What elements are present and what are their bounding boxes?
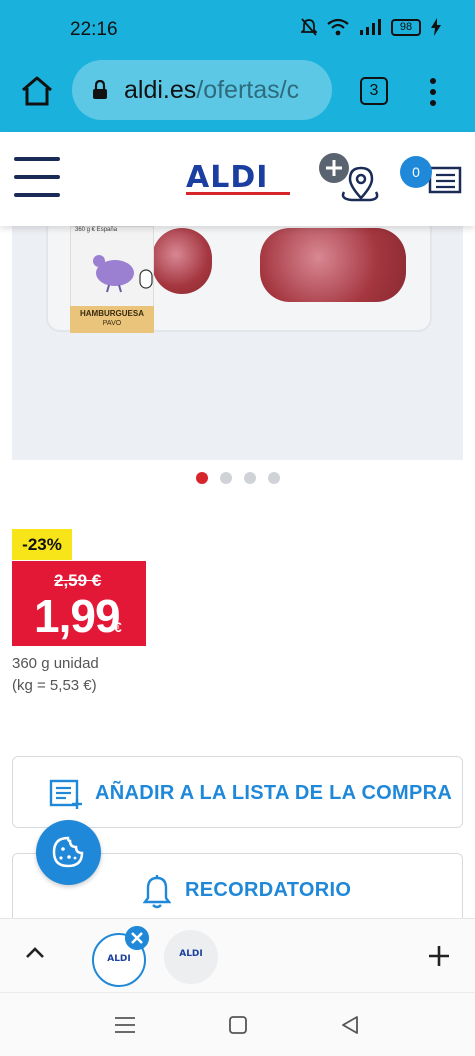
url-domain: aldi.es (124, 76, 197, 104)
chevron-up-icon[interactable] (24, 945, 46, 959)
plus-icon[interactable] (426, 943, 452, 969)
reminder-label: RECORDATORIO (185, 879, 352, 901)
current-price: 1,99 (34, 590, 121, 642)
carousel-dot[interactable] (220, 472, 232, 484)
menu-icon[interactable] (14, 157, 60, 201)
address-bar[interactable]: aldi.es/ofertas/c (72, 60, 332, 120)
price-box: 2,59 € 1,99 € (12, 561, 146, 646)
signal-icon (360, 19, 381, 35)
home-icon[interactable] (20, 74, 54, 108)
discount-badge: -23% (12, 529, 72, 560)
home-nav-icon[interactable] (228, 1015, 248, 1035)
package-label-band: HAMBURGUESA PAVO (70, 306, 154, 333)
cookie-settings-button[interactable] (36, 820, 101, 885)
cookie-icon (52, 836, 84, 868)
browser-chrome: 22:16 98 aldi.es/ofertas/c 3 (0, 0, 475, 132)
battery-indicator: 98 (391, 18, 421, 36)
notifications-off-icon (301, 18, 317, 36)
label-top-text: 360 g € España (75, 227, 118, 233)
url-path: /ofertas/c (196, 76, 300, 104)
product-image-carousel[interactable]: 360 g € España HAMBURGUESA PAVO (12, 226, 463, 460)
site-header: ALDI 0 (0, 132, 475, 226)
charging-icon (431, 18, 441, 36)
patty-image (260, 228, 406, 302)
recents-icon[interactable] (114, 1015, 136, 1035)
status-time: 22:16 (70, 19, 118, 40)
add-to-list-label: AÑADIR A LA LISTA DE LA COMPRA (95, 782, 453, 804)
carousel-dot[interactable] (268, 472, 280, 484)
aldi-logo[interactable]: ALDI (186, 160, 268, 195)
turkey-icon (93, 255, 134, 293)
bell-icon (143, 875, 171, 909)
price-per-kg: (kg = 5,53 €) (12, 677, 97, 694)
tab-thumbnail-label: ALDI (179, 949, 203, 959)
status-icons: 98 (301, 18, 441, 36)
add-to-list-button[interactable]: AÑADIR A LA LISTA DE LA COMPRA (12, 756, 463, 828)
currency-symbol: € (114, 619, 122, 635)
wifi-icon (327, 18, 349, 36)
tab-bar: ALDI ALDI (0, 918, 475, 992)
carousel-pagination (196, 472, 280, 484)
old-price: 2,59 € (54, 571, 102, 590)
lock-icon (93, 80, 107, 99)
list-count-badge: 0 (400, 156, 432, 188)
tab-thumbnail[interactable]: ALDI (164, 930, 218, 984)
system-navigation-bar (0, 992, 475, 1056)
patty-image (152, 228, 212, 294)
logo-underline (186, 192, 290, 195)
tab-thumbnail-label: ALDI (107, 954, 131, 964)
store-locator-icon[interactable] (318, 152, 380, 202)
label-subtitle: PAVO (102, 320, 122, 327)
tab-switcher-button[interactable]: 3 (360, 77, 388, 105)
carousel-dot[interactable] (244, 472, 256, 484)
unit-size: 360 g unidad (12, 655, 99, 672)
carousel-dot[interactable] (196, 472, 208, 484)
label-title: HAMBURGUESA (80, 309, 144, 318)
close-icon[interactable] (125, 926, 149, 950)
portions-icon (139, 269, 153, 289)
shopping-list-button[interactable]: 0 (400, 156, 464, 200)
add-to-list-icon (49, 779, 82, 809)
back-icon[interactable] (340, 1015, 360, 1035)
more-options-icon[interactable] (428, 77, 438, 107)
url-text: aldi.es/ofertas/c (124, 76, 299, 105)
